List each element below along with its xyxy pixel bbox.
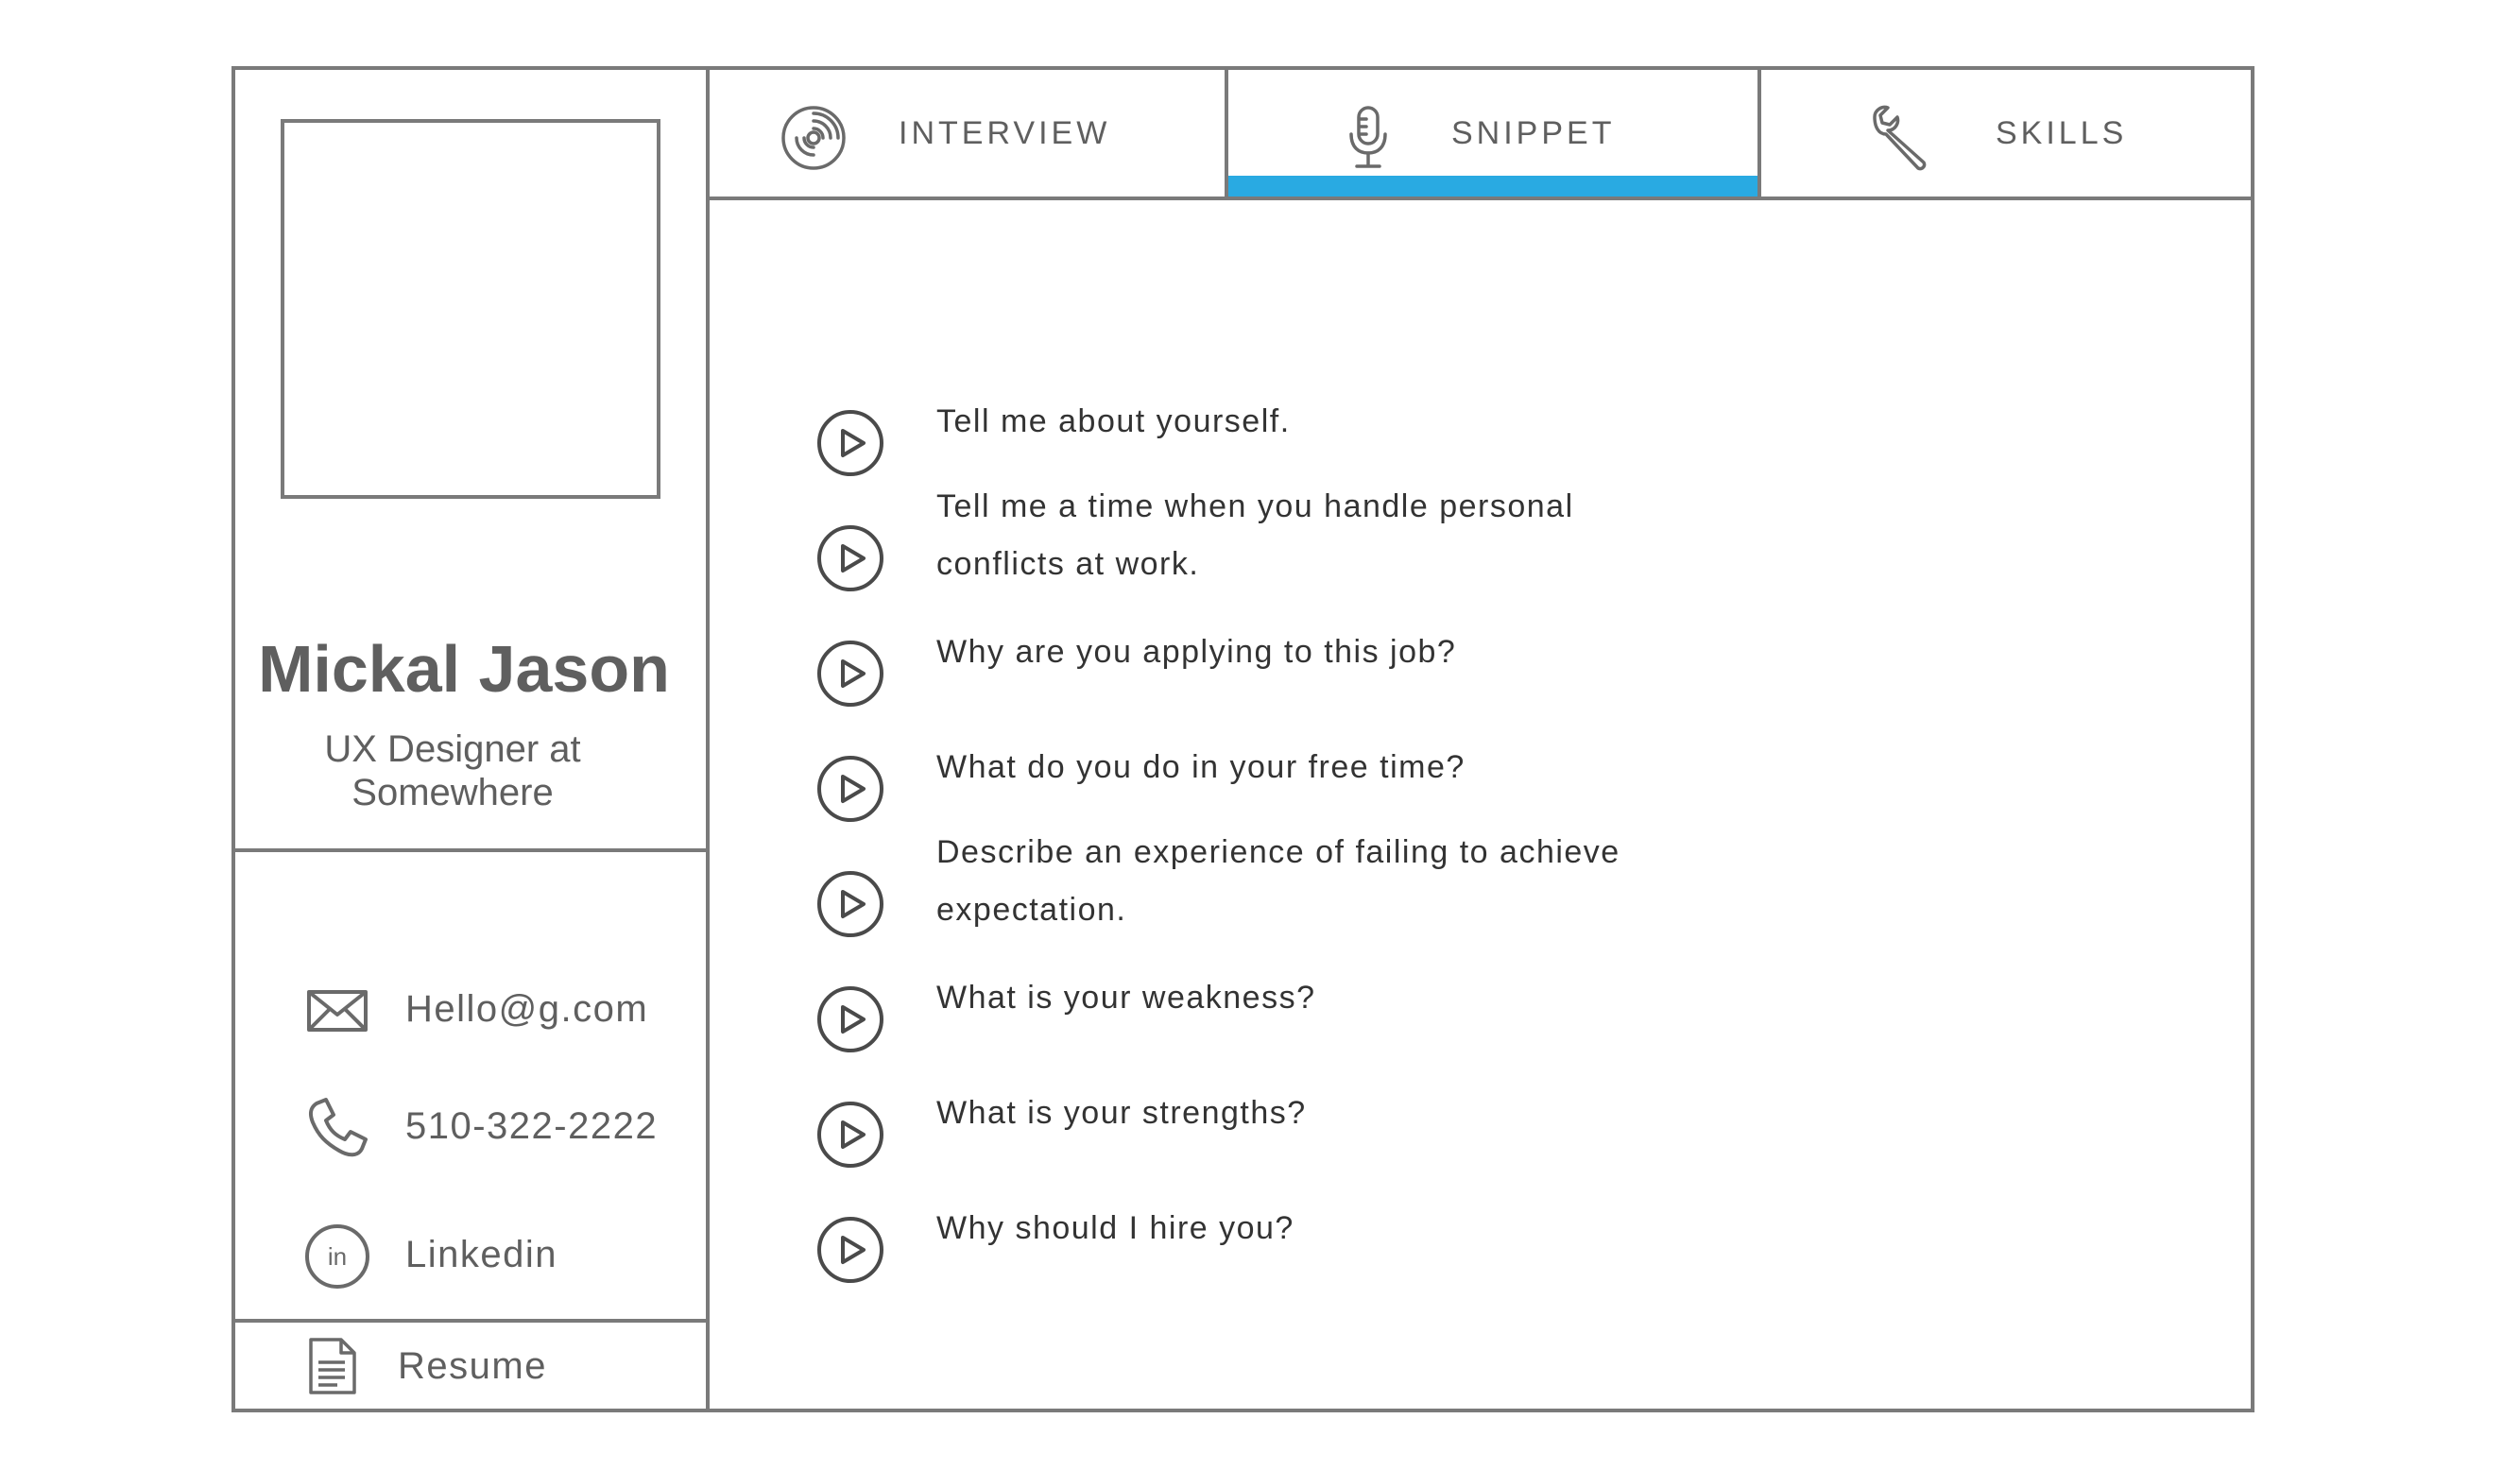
contact-linkedin[interactable]: in Linkedin <box>235 1217 706 1292</box>
play-icon[interactable] <box>815 869 885 939</box>
tab-snippet-label: SNIPPET <box>1451 115 1616 151</box>
contact-email[interactable]: Hello@g.com <box>235 971 706 1047</box>
document-icon <box>307 1336 358 1396</box>
question-text: Tell me a time when you handle personal … <box>936 488 1574 582</box>
active-tab-indicator <box>1228 176 1757 197</box>
linkedin-icon: in <box>303 1222 371 1291</box>
tab-interview[interactable]: INTERVIEW <box>710 70 1228 197</box>
question-text: What is your strengths? <box>936 1095 1307 1131</box>
play-icon[interactable] <box>815 639 885 709</box>
question-text: Describe an experience of failing to ach… <box>936 834 1620 928</box>
tab-bar: INTERVIEW SNIPPET SKILLS <box>710 70 2251 200</box>
contact-phone-text: 510-322-2222 <box>405 1105 659 1147</box>
play-icon[interactable] <box>815 408 885 478</box>
profile-card: Mickal Jason UX Designer at Somewhere <box>235 70 706 852</box>
svg-text:in: in <box>328 1242 347 1271</box>
question-text: Why should I hire you? <box>936 1210 1294 1246</box>
contact-list: Hello@g.com 510-322-2222 in Linkedin <box>235 852 706 1315</box>
resume-label: Resume <box>398 1345 547 1387</box>
tab-skills[interactable]: SKILLS <box>1761 70 2251 197</box>
wrench-icon <box>1867 104 1935 172</box>
question-text: What is your weakness? <box>936 980 1316 1016</box>
question-list: Tell me about yourself. Tell me a time w… <box>710 200 2251 1409</box>
tab-snippet[interactable]: SNIPPET <box>1228 70 1761 197</box>
profile-name: Mickal Jason <box>258 632 670 706</box>
question-text: Why are you applying to this job? <box>936 634 1457 670</box>
app-frame: Mickal Jason UX Designer at Somewhere He… <box>231 66 2254 1412</box>
play-icon[interactable] <box>815 754 885 824</box>
play-icon[interactable] <box>815 984 885 1054</box>
profile-photo-placeholder <box>281 119 660 499</box>
vinyl-record-icon <box>780 104 848 172</box>
contact-email-text: Hello@g.com <box>405 988 649 1030</box>
tab-skills-label: SKILLS <box>1996 115 2128 151</box>
profile-role: UX Designer at Somewhere <box>324 728 581 813</box>
play-icon[interactable] <box>815 1100 885 1170</box>
phone-icon <box>303 1094 371 1162</box>
contact-linkedin-text: Linkedin <box>405 1234 558 1275</box>
main-panel: INTERVIEW SNIPPET SKILLS Tell me about y… <box>710 70 2251 1409</box>
tab-interview-label: INTERVIEW <box>899 115 1111 151</box>
question-text: What do you do in your free time? <box>936 749 1466 785</box>
envelope-icon <box>303 977 371 1045</box>
resume-link[interactable]: Resume <box>235 1319 706 1416</box>
contact-phone[interactable]: 510-322-2222 <box>235 1088 706 1164</box>
microphone-icon <box>1334 104 1402 172</box>
play-icon[interactable] <box>815 1215 885 1285</box>
question-text: Tell me about yourself. <box>936 403 1291 439</box>
play-icon[interactable] <box>815 523 885 593</box>
profile-sidebar: Mickal Jason UX Designer at Somewhere He… <box>235 70 710 1409</box>
